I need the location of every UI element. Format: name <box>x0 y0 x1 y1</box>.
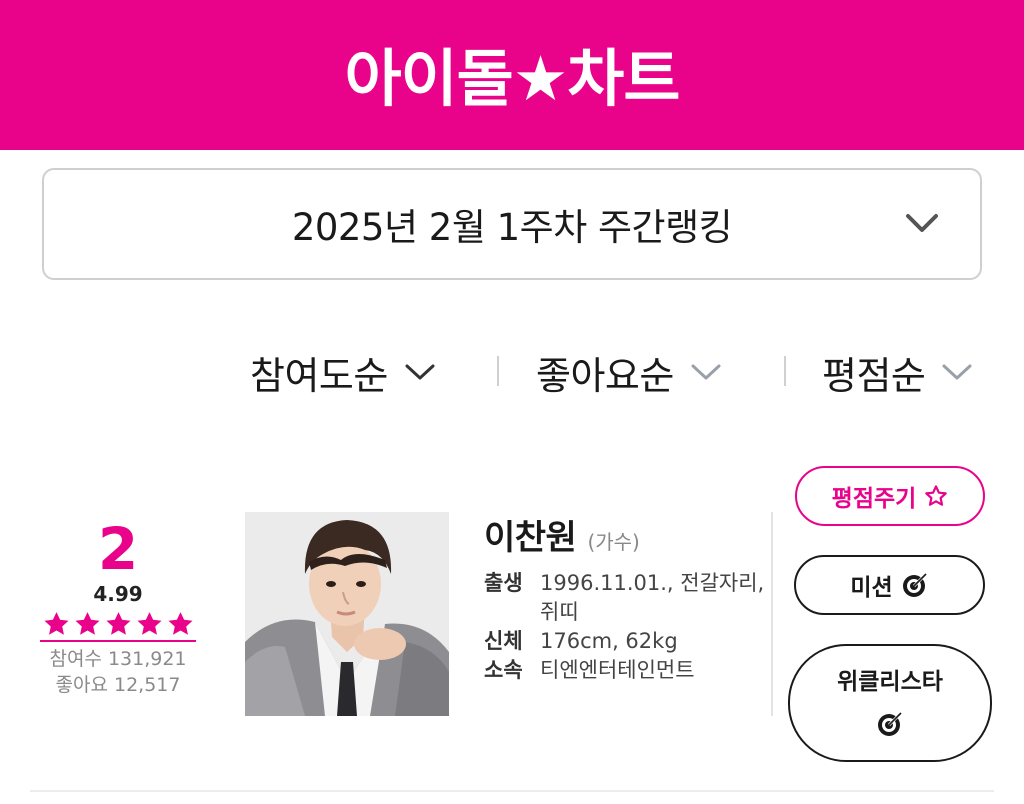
chevron-down-icon <box>906 214 938 232</box>
detail-value: 티엔엔터테인먼트 <box>540 658 695 682</box>
chevron-down-icon <box>405 364 435 380</box>
weekly-star-button[interactable]: 위클리스타 <box>788 644 992 762</box>
app-logo[interactable]: 아이돌★차트 <box>345 28 681 118</box>
mission-button[interactable]: 미션 <box>794 555 985 615</box>
list-divider <box>30 790 994 792</box>
detail-row: 신체 176cm, 62kg <box>484 627 770 656</box>
detail-value: 176cm, 62kg <box>540 629 678 653</box>
app-header: 아이돌★차트 <box>0 0 1024 150</box>
star-icon <box>105 612 131 635</box>
chevron-down-icon <box>942 364 972 380</box>
artist-name-row: 이찬원 (가수) <box>484 510 774 559</box>
detail-row: 소속 티엔엔터테인먼트 <box>484 656 770 685</box>
sort-likes[interactable]: 좋아요순 <box>536 344 722 400</box>
sort-rating[interactable]: 평점순 <box>822 344 973 400</box>
divider <box>771 512 773 716</box>
star-icon <box>167 612 193 635</box>
artist-role: (가수) <box>587 530 640 554</box>
detail-key: 신체 <box>484 629 523 653</box>
target-icon <box>878 711 903 736</box>
detail-row: 출생 1996.11.01., 전갈자리, 쥐띠 <box>484 569 770 627</box>
target-icon-wrap <box>876 710 904 744</box>
sort-divider <box>497 356 499 386</box>
sort-participation-label: 참여도순 <box>250 353 388 398</box>
week-ranking-dropdown[interactable]: 2025년 2월 1주차 주간랭킹 <box>42 168 982 280</box>
chevron-down-icon <box>691 364 721 380</box>
rate-button-label: 평점주기 <box>831 486 917 512</box>
rank-block: 2 4.99 참여수 131,921 좋아요 12,517 <box>38 518 198 698</box>
participant-count: 참여수 131,921 <box>49 648 187 670</box>
sort-participation[interactable]: 참여도순 <box>250 344 436 400</box>
artist-name[interactable]: 이찬원 <box>484 518 577 558</box>
artist-photo[interactable] <box>245 512 449 716</box>
star-icon <box>136 612 162 635</box>
rating-stars <box>40 610 196 642</box>
weekly-star-label: 위클리스타 <box>837 669 943 695</box>
artist-info: 이찬원 (가수) 출생 1996.11.01., 전갈자리, 쥐띠 신체 176… <box>484 510 774 685</box>
detail-key: 출생 <box>484 571 523 595</box>
star-icon <box>43 612 69 635</box>
rate-button[interactable]: 평점주기 <box>795 466 985 526</box>
sort-divider <box>784 356 786 386</box>
star-icon <box>74 612 100 635</box>
sort-rating-label: 평점순 <box>822 353 926 398</box>
portrait-image <box>245 512 449 716</box>
like-count: 좋아요 12,517 <box>55 674 181 696</box>
artist-details: 출생 1996.11.01., 전갈자리, 쥐띠 신체 176cm, 62kg … <box>484 569 770 685</box>
target-icon <box>902 572 927 597</box>
mission-button-label: 미션 <box>850 575 893 601</box>
rating-score: 4.99 <box>93 582 143 606</box>
sort-bar: 참여도순 좋아요순 평점순 <box>0 344 1024 400</box>
sort-likes-label: 좋아요순 <box>536 353 674 398</box>
rank-number: 2 <box>97 515 139 583</box>
detail-value: 1996.11.01., 전갈자리, 쥐띠 <box>540 571 765 624</box>
detail-key: 소속 <box>484 658 523 682</box>
star-outline-icon <box>925 485 948 506</box>
week-ranking-label: 2025년 2월 1주차 주간랭킹 <box>291 206 733 249</box>
